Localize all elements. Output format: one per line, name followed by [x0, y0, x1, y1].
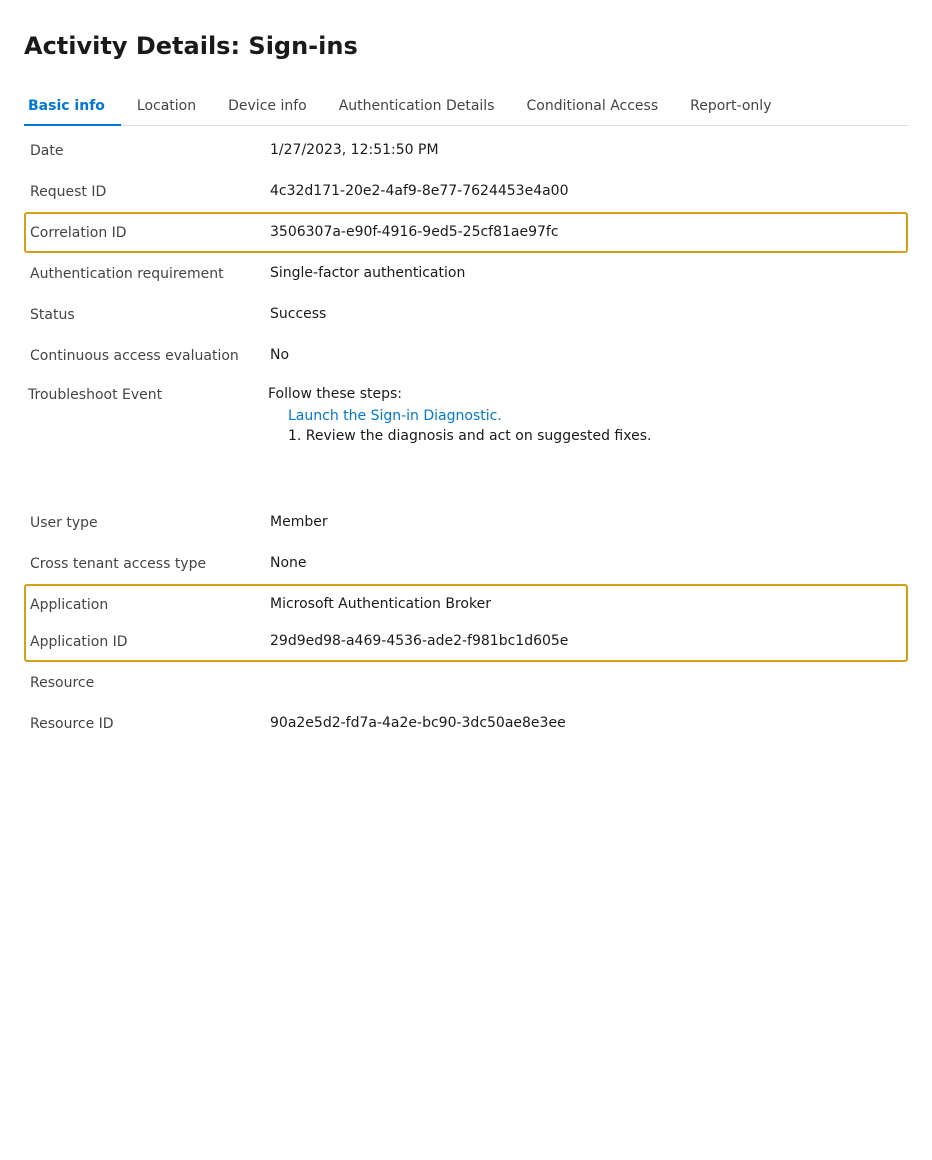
date-label: Date — [30, 142, 270, 159]
basic-info-content: Date 1/27/2023, 12:51:50 PM Request ID 4… — [24, 126, 908, 744]
step1-text: 1. Review the diagnosis and act on sugge… — [288, 428, 904, 444]
application-id-value: 29d9ed98-a469-4536-ade2-f981bc1d605e — [270, 633, 902, 649]
status-row: Status Success — [24, 294, 908, 335]
launch-diagnostic-link[interactable]: Launch the Sign-in Diagnostic. — [288, 408, 904, 424]
application-row: Application Microsoft Authentication Bro… — [26, 586, 906, 623]
application-group: Application Microsoft Authentication Bro… — [24, 584, 908, 662]
cross-tenant-value: None — [270, 555, 902, 571]
troubleshoot-row: Troubleshoot Event Follow these steps: L… — [24, 376, 908, 454]
tab-conditional-access[interactable]: Conditional Access — [510, 88, 674, 126]
tab-device-info[interactable]: Device info — [212, 88, 323, 126]
correlation-id-label: Correlation ID — [30, 224, 270, 241]
auth-req-label: Authentication requirement — [30, 265, 270, 282]
application-value: Microsoft Authentication Broker — [270, 596, 902, 612]
auth-req-value: Single-factor authentication — [270, 265, 902, 281]
user-type-value: Member — [270, 514, 902, 530]
cross-tenant-row: Cross tenant access type None — [24, 543, 908, 584]
resource-id-value: 90a2e5d2-fd7a-4a2e-bc90-3dc50ae8e3ee — [270, 715, 902, 731]
user-type-label: User type — [30, 514, 270, 531]
correlation-id-value: 3506307a-e90f-4916-9ed5-25cf81ae97fc — [270, 224, 902, 240]
page-title: Activity Details: Sign-ins — [24, 32, 908, 60]
resource-id-label: Resource ID — [30, 715, 270, 732]
application-label: Application — [30, 596, 270, 613]
status-label: Status — [30, 306, 270, 323]
continuous-value: No — [270, 347, 902, 363]
application-id-label: Application ID — [30, 633, 270, 650]
troubleshoot-label: Troubleshoot Event — [28, 386, 268, 403]
date-value: 1/27/2023, 12:51:50 PM — [270, 142, 902, 158]
user-type-row: User type Member — [24, 502, 908, 543]
request-id-label: Request ID — [30, 183, 270, 200]
tab-location[interactable]: Location — [121, 88, 212, 126]
cross-tenant-label: Cross tenant access type — [30, 555, 270, 572]
troubleshoot-content: Follow these steps: Launch the Sign-in D… — [268, 386, 904, 444]
tab-basic-info[interactable]: Basic info — [24, 88, 121, 126]
continuous-label: Continuous access evaluation — [30, 347, 270, 364]
correlation-id-row: Correlation ID 3506307a-e90f-4916-9ed5-2… — [24, 212, 908, 253]
status-value: Success — [270, 306, 902, 322]
tab-report-only[interactable]: Report-only — [674, 88, 787, 126]
resource-label: Resource — [30, 674, 270, 691]
resource-row: Resource — [24, 662, 908, 703]
application-id-row: Application ID 29d9ed98-a469-4536-ade2-f… — [26, 623, 906, 660]
date-row: Date 1/27/2023, 12:51:50 PM — [24, 130, 908, 171]
request-id-value: 4c32d171-20e2-4af9-8e77-7624453e4a00 — [270, 183, 902, 199]
auth-req-row: Authentication requirement Single-factor… — [24, 253, 908, 294]
follow-steps-text: Follow these steps: — [268, 386, 904, 402]
spacer-1 — [24, 454, 908, 502]
tabs-container: Basic info Location Device info Authenti… — [24, 88, 908, 126]
tab-auth-details[interactable]: Authentication Details — [323, 88, 511, 126]
continuous-row: Continuous access evaluation No — [24, 335, 908, 376]
resource-id-row: Resource ID 90a2e5d2-fd7a-4a2e-bc90-3dc5… — [24, 703, 908, 744]
request-id-row: Request ID 4c32d171-20e2-4af9-8e77-76244… — [24, 171, 908, 212]
